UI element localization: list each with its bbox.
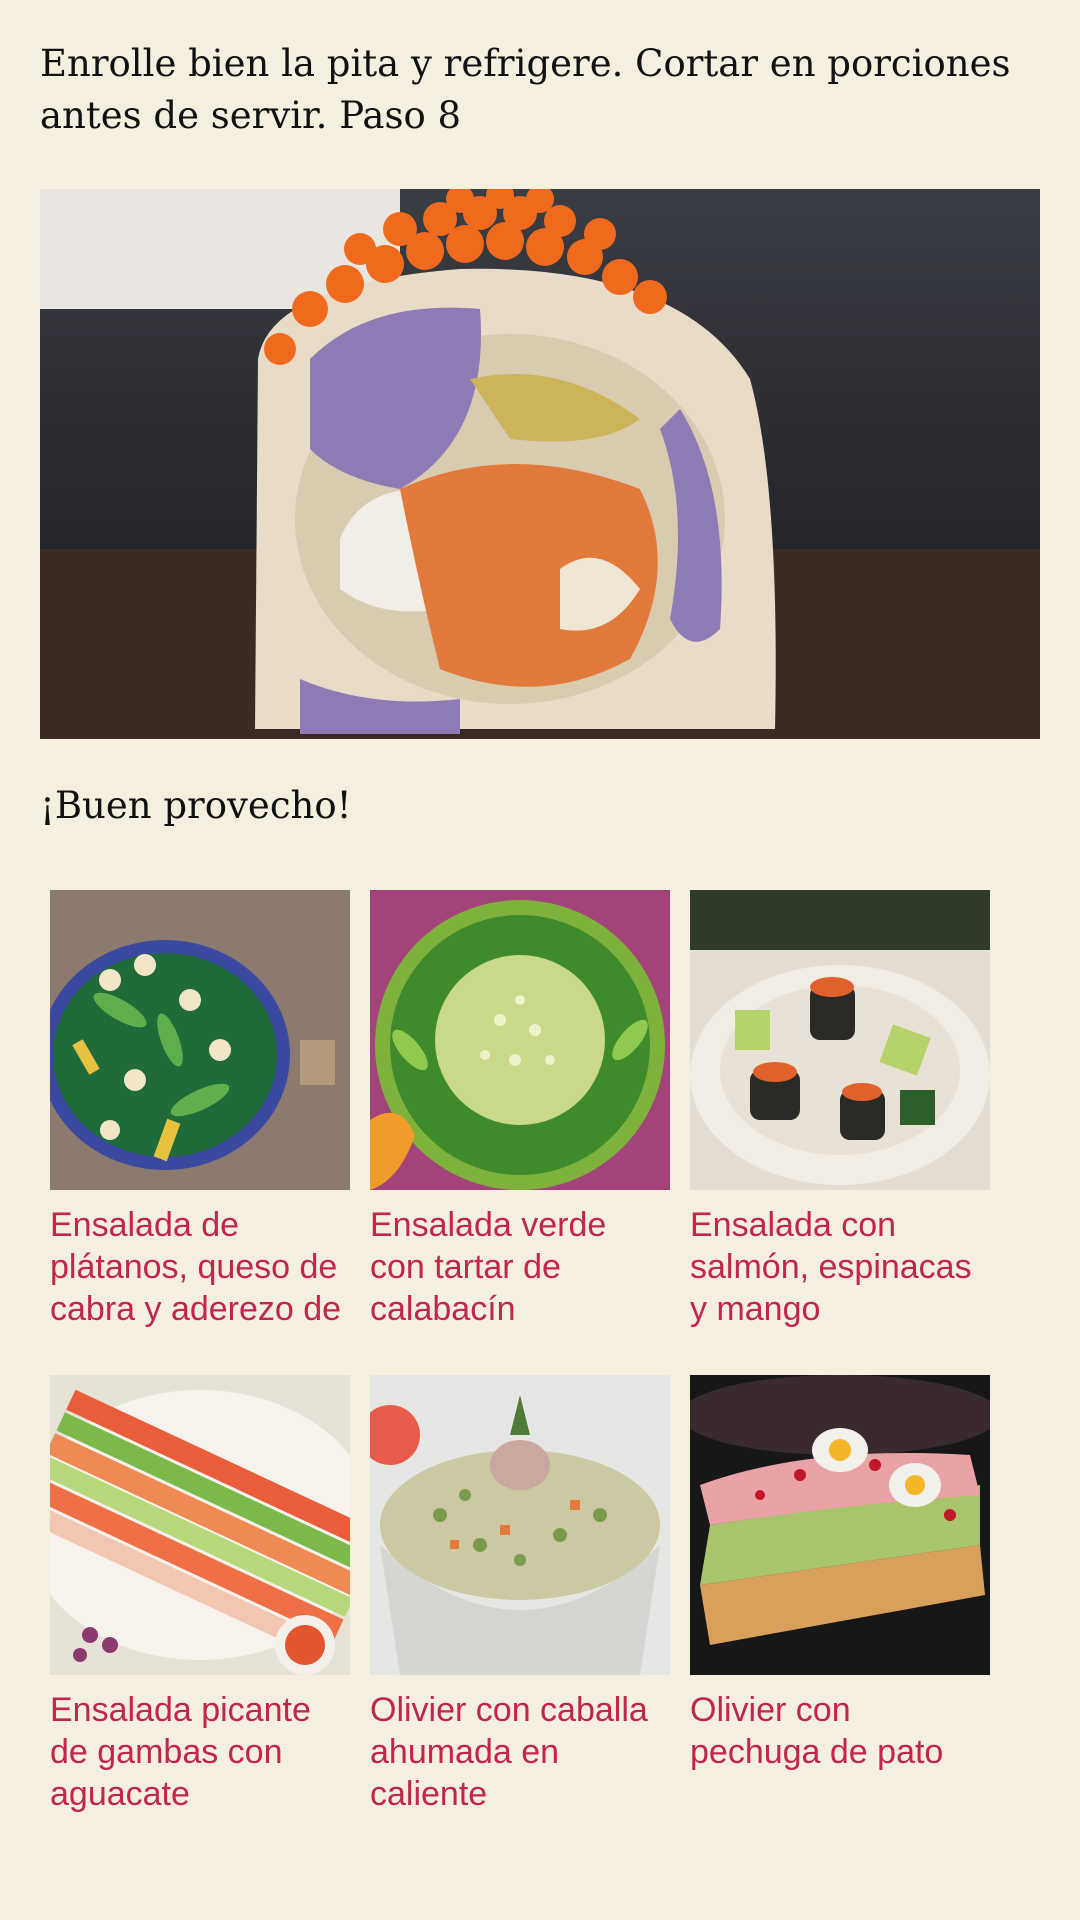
related-recipe-card[interactable]: Olivier con caballa ahumada en caliente: [370, 1375, 670, 1815]
related-recipe-card[interactable]: Ensalada con salmón, espinacas y mango: [690, 890, 990, 1330]
related-recipe-card[interactable]: Ensalada verde con tartar de calabacín: [370, 890, 670, 1330]
recipe-thumbnail[interactable]: [690, 890, 990, 1190]
recipe-title-link[interactable]: Olivier con pechuga de pato: [690, 1689, 990, 1773]
step-instruction-text: Enrolle bien la pita y refrigere. Cortar…: [40, 42, 1011, 137]
related-recipe-card[interactable]: Ensalada picante de gambas con aguacate: [50, 1375, 350, 1815]
recipe-title-link[interactable]: Ensalada de plátanos, queso de cabra y a…: [50, 1204, 350, 1330]
recipe-thumbnail[interactable]: [690, 1375, 990, 1675]
step-photo-pita-roll: [40, 189, 1040, 739]
recipe-thumbnail[interactable]: [370, 890, 670, 1190]
recipe-thumbnail[interactable]: [50, 1375, 350, 1675]
recipe-title-link[interactable]: Olivier con caballa ahumada en caliente: [370, 1689, 670, 1815]
recipe-thumbnail[interactable]: [50, 890, 350, 1190]
recipe-thumbnail[interactable]: [370, 1375, 670, 1675]
closing-text: ¡Buen provecho!: [40, 784, 352, 827]
recipe-title-link[interactable]: Ensalada con salmón, espinacas y mango: [690, 1204, 990, 1330]
related-recipe-card[interactable]: Olivier con pechuga de pato: [690, 1375, 990, 1773]
related-recipe-card[interactable]: Ensalada de plátanos, queso de cabra y a…: [50, 890, 350, 1330]
recipe-title-link[interactable]: Ensalada picante de gambas con aguacate: [50, 1689, 350, 1815]
recipe-title-link[interactable]: Ensalada verde con tartar de calabacín: [370, 1204, 670, 1330]
